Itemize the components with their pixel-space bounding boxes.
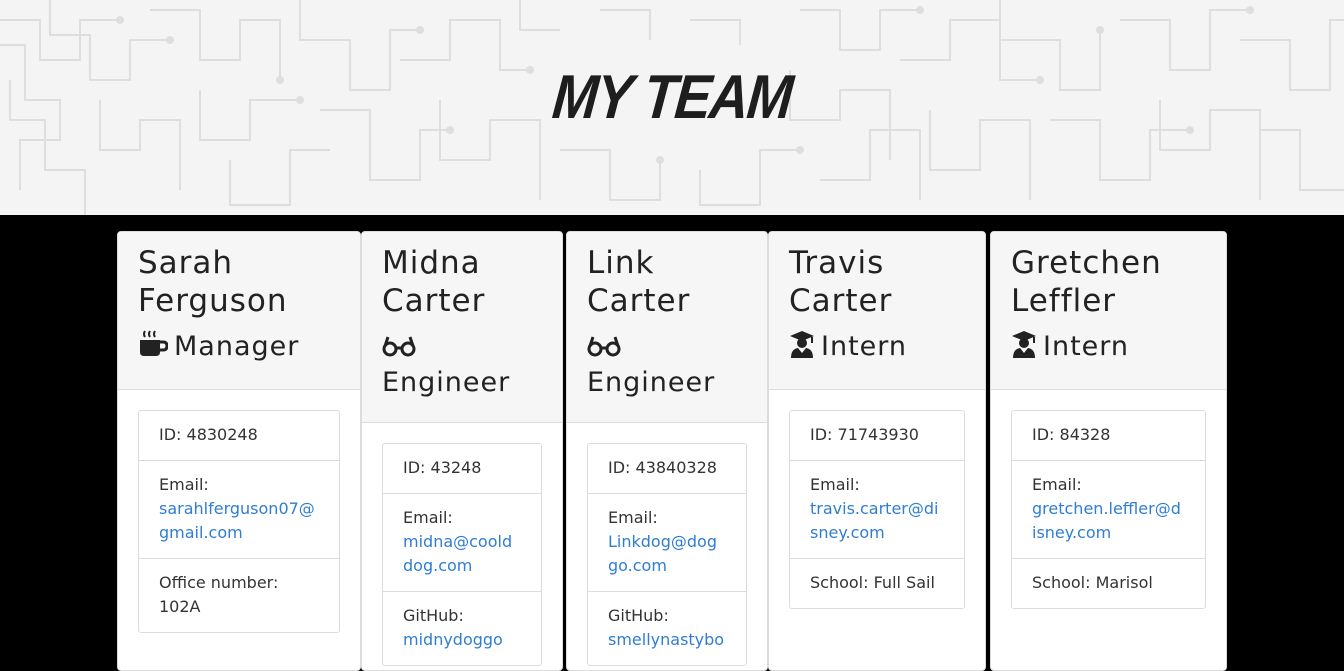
- card-header: Travis Carter Intern: [769, 232, 985, 390]
- employee-name: Travis Carter: [789, 244, 965, 320]
- email-item: Email: travis.carter@disney.com: [790, 461, 964, 559]
- employee-name: Gretchen Leffler: [1011, 244, 1206, 320]
- employee-card: Link Carter Engineer ID: 43840328 Email:…: [566, 231, 768, 671]
- role-label: Intern: [821, 331, 908, 362]
- github-label: GitHub:: [608, 606, 669, 625]
- email-link[interactable]: sarahlferguson07@gmail.com: [159, 499, 315, 542]
- header-banner: MY TEAM: [0, 0, 1344, 215]
- email-link[interactable]: midna@coolddog.com: [403, 532, 512, 575]
- first-name: Travis: [789, 245, 885, 281]
- school-item: School: Marisol: [1032, 573, 1153, 592]
- last-name: Leffler: [1011, 283, 1117, 319]
- role-label: Manager: [174, 331, 300, 362]
- github-label: GitHub:: [403, 606, 464, 625]
- coffee-icon: [138, 330, 169, 366]
- email-item: Email: gretchen.leffler@disney.com: [1012, 461, 1205, 559]
- last-name: Ferguson: [138, 283, 288, 319]
- employee-card: Travis Carter Intern ID: 71743930 Email:…: [768, 231, 986, 671]
- email-item: Email: sarahlferguson07@gmail.com: [139, 461, 339, 559]
- email-link[interactable]: Linkdog@doggo.com: [608, 532, 717, 575]
- email-label: Email:: [810, 475, 860, 494]
- glasses-icon: [382, 333, 416, 366]
- email-link[interactable]: travis.carter@disney.com: [810, 499, 938, 542]
- glasses-icon: [587, 333, 621, 366]
- employee-name: Sarah Ferguson: [138, 244, 340, 320]
- last-name: Carter: [789, 283, 893, 319]
- first-name: Gretchen: [1011, 245, 1162, 281]
- employee-card: Gretchen Leffler Intern ID: 84328 Email:…: [990, 231, 1227, 671]
- card-header: Gretchen Leffler Intern: [991, 232, 1226, 390]
- details-list: ID: 84328 Email: gretchen.leffler@disney…: [1011, 410, 1206, 609]
- email-label: Email:: [403, 508, 453, 527]
- page-title: MY TEAM: [549, 63, 795, 132]
- employee-role: Engineer: [587, 330, 747, 399]
- github-link[interactable]: midnydoggo: [403, 630, 503, 649]
- details-list: ID: 71743930 Email: travis.carter@disney…: [789, 410, 965, 609]
- first-name: Midna: [382, 245, 481, 281]
- id-item: ID: 43840328: [588, 444, 746, 494]
- role-label: Intern: [1043, 331, 1130, 362]
- employee-card: Midna Carter Engineer ID: 43248 Email: m…: [361, 231, 563, 671]
- email-item: Email: midna@coolddog.com: [383, 494, 541, 592]
- id-item: ID: 4830248: [139, 411, 339, 461]
- employee-name: Link Carter: [587, 244, 747, 320]
- school-item: School: Full Sail: [810, 573, 935, 592]
- first-name: Sarah: [138, 245, 234, 281]
- email-item: Email: Linkdog@doggo.com: [588, 494, 746, 592]
- employee-name: Midna Carter: [382, 244, 542, 320]
- email-label: Email:: [159, 475, 209, 494]
- details-list: ID: 43248 Email: midna@coolddog.com GitH…: [382, 443, 542, 666]
- email-label: Email:: [1032, 475, 1082, 494]
- details-list: ID: 43840328 Email: Linkdog@doggo.com Gi…: [587, 443, 747, 666]
- last-name: Carter: [587, 283, 691, 319]
- github-link[interactable]: smellynastybo: [608, 630, 724, 649]
- employee-role: Intern: [789, 330, 965, 366]
- card-header: Midna Carter Engineer: [362, 232, 562, 423]
- last-name: Carter: [382, 283, 486, 319]
- graduate-icon: [1011, 330, 1037, 366]
- graduate-icon: [789, 330, 815, 366]
- employee-role: Manager: [138, 330, 340, 366]
- email-link[interactable]: gretchen.leffler@disney.com: [1032, 499, 1181, 542]
- employee-role: Intern: [1011, 330, 1206, 366]
- office-number-label: Office number:: [159, 573, 279, 592]
- id-item: ID: 43248: [383, 444, 541, 494]
- github-item: GitHub: midnydoggo: [383, 592, 541, 665]
- email-label: Email:: [608, 508, 658, 527]
- card-header: Sarah Ferguson Manager: [118, 232, 360, 390]
- role-label: Engineer: [382, 367, 511, 398]
- id-item: ID: 71743930: [790, 411, 964, 461]
- employee-card: Sarah Ferguson Manager ID: 4830248 Email…: [117, 231, 361, 671]
- employee-role: Engineer: [382, 330, 542, 399]
- office-number-value: 102A: [159, 597, 201, 616]
- role-label: Engineer: [587, 367, 716, 398]
- details-list: ID: 4830248 Email: sarahlferguson07@gmai…: [138, 410, 340, 633]
- first-name: Link: [587, 245, 655, 281]
- office-number-item: Office number: 102A: [139, 559, 339, 632]
- id-item: ID: 84328: [1012, 411, 1205, 461]
- card-header: Link Carter Engineer: [567, 232, 767, 423]
- github-item: GitHub: smellynastybo: [588, 592, 746, 665]
